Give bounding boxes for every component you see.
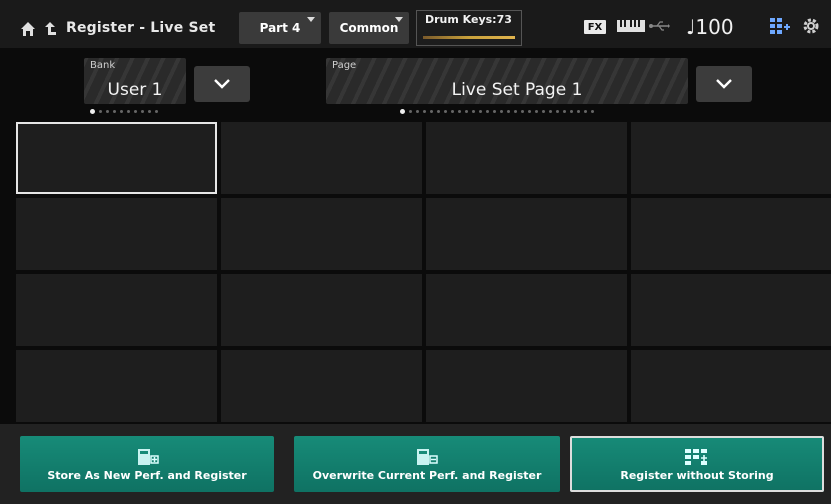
live-set-slot[interactable] (16, 122, 217, 194)
live-set-slot[interactable] (221, 350, 422, 422)
part-tab[interactable]: Part 4 (239, 12, 321, 44)
live-set-slot[interactable] (16, 198, 217, 270)
back-arrow-icon[interactable] (42, 21, 58, 37)
live-set-slot[interactable] (631, 198, 831, 270)
live-set-slot[interactable] (631, 274, 831, 346)
page-value: Live Set Page 1 (451, 80, 583, 100)
gear-icon[interactable] (801, 16, 821, 36)
top-bar: Register - Live Set Part 4 Common Drum K… (0, 0, 831, 48)
home-icon[interactable] (20, 21, 36, 37)
overwrite-label: Overwrite Current Perf. and Register (312, 469, 542, 482)
live-set-slot[interactable] (426, 274, 627, 346)
live-set-slot-grid (16, 122, 831, 422)
bank-field[interactable]: Bank User 1 (84, 58, 186, 104)
page-field[interactable]: Page Live Set Page 1 (326, 58, 688, 104)
overwrite-icon (417, 449, 438, 465)
register-without-storing-button[interactable]: Register without Storing (570, 436, 824, 492)
live-set-slot[interactable] (16, 350, 217, 422)
tempo-display[interactable]: ♩100 (686, 15, 734, 39)
store-as-new-and-register-button[interactable]: Store As New Perf. and Register (20, 436, 274, 492)
live-set-slot[interactable] (221, 198, 422, 270)
page-caption: Page (332, 60, 357, 71)
live-set-slot[interactable] (631, 122, 831, 194)
common-tab[interactable]: Common (329, 12, 409, 44)
drum-keys-meter (423, 36, 515, 39)
live-set-slot[interactable] (426, 350, 627, 422)
common-tab-label: Common (339, 21, 399, 35)
register-without-storing-label: Register without Storing (620, 469, 774, 482)
usb-icon (649, 21, 670, 31)
register-grid-icon (685, 449, 707, 465)
bank-value: User 1 (107, 80, 163, 100)
bank-dropdown-button[interactable] (194, 66, 250, 102)
bank-caption: Bank (90, 60, 116, 71)
store-new-icon (138, 449, 159, 465)
caret-down-icon (307, 17, 315, 22)
drum-keys-label: Drum Keys:73 (425, 13, 512, 26)
live-set-slot[interactable] (426, 198, 627, 270)
live-set-slot[interactable] (16, 274, 217, 346)
drum-keys-indicator[interactable]: Drum Keys:73 (416, 10, 522, 46)
page-indicator (400, 108, 594, 114)
quick-setup-grid-icon[interactable] (769, 16, 791, 36)
overwrite-current-and-register-button[interactable]: Overwrite Current Perf. and Register (294, 436, 560, 492)
chevron-down-icon (716, 79, 732, 89)
bank-page-indicator (90, 108, 158, 114)
store-as-new-label: Store As New Perf. and Register (47, 469, 247, 482)
fx-badge[interactable]: FX (584, 20, 606, 34)
part-tab-label: Part 4 (259, 21, 301, 35)
page-title: Register - Live Set (66, 20, 216, 36)
live-set-slot[interactable] (631, 350, 831, 422)
caret-down-icon (395, 17, 403, 22)
keyboard-icon (617, 20, 645, 32)
chevron-down-icon (214, 79, 230, 89)
live-set-slot[interactable] (221, 122, 422, 194)
live-set-slot[interactable] (221, 274, 422, 346)
page-dropdown-button[interactable] (696, 66, 752, 102)
live-set-slot[interactable] (426, 122, 627, 194)
